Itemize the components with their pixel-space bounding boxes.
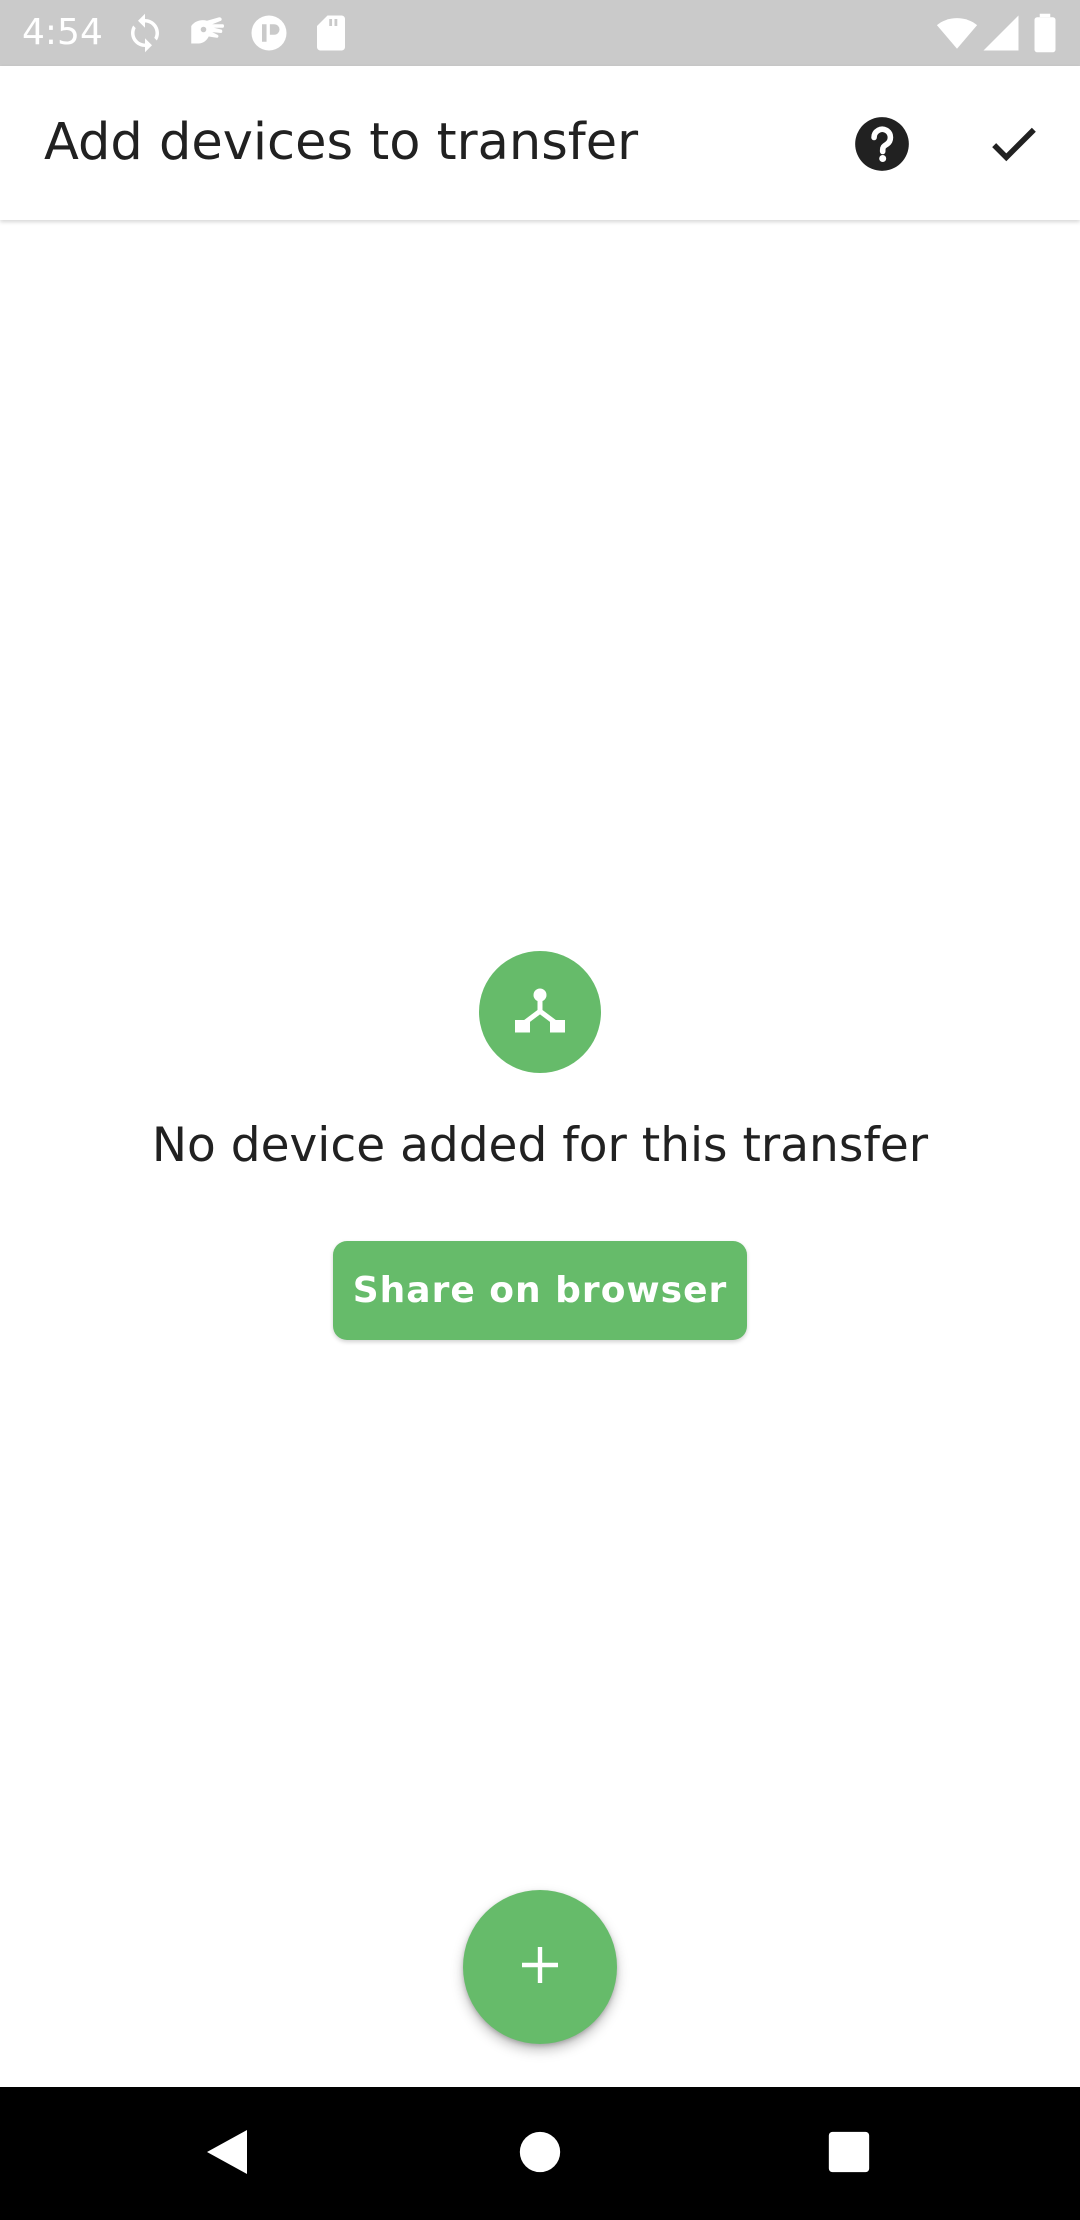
- status-bar: 4:54: [0, 0, 1080, 66]
- plus-icon: [516, 1941, 564, 1993]
- sync-icon: [124, 12, 166, 54]
- device-network-icon: [510, 980, 570, 1044]
- help-button[interactable]: [838, 100, 926, 188]
- screen: 4:54 Add devices to transfer No device a…: [0, 0, 1080, 2220]
- share-on-browser-button[interactable]: Share on browser: [333, 1241, 747, 1340]
- status-time: 4:54: [22, 12, 103, 53]
- empty-state-message: No device added for this transfer: [151, 1118, 929, 1173]
- confirm-button[interactable]: [970, 100, 1058, 188]
- hand-icon: [184, 12, 230, 54]
- check-icon: [986, 116, 1042, 172]
- back-icon: [203, 2126, 251, 2182]
- page-title: Add devices to transfer: [44, 113, 639, 172]
- system-nav-bar: [0, 2087, 1080, 2220]
- recents-icon: [827, 2130, 871, 2178]
- add-device-fab[interactable]: [463, 1890, 617, 2044]
- home-button[interactable]: [503, 2117, 577, 2191]
- recents-button[interactable]: [812, 2117, 886, 2191]
- back-button[interactable]: [190, 2117, 264, 2191]
- wifi-icon: [934, 12, 980, 54]
- app-icon: [248, 12, 290, 54]
- sd-card-icon: [310, 12, 352, 54]
- empty-state-icon-badge: [479, 951, 601, 1073]
- cellular-icon: [980, 12, 1022, 54]
- home-icon: [518, 2130, 562, 2178]
- help-icon: [854, 116, 910, 172]
- battery-icon: [1030, 12, 1060, 54]
- app-bar: Add devices to transfer: [0, 66, 1080, 220]
